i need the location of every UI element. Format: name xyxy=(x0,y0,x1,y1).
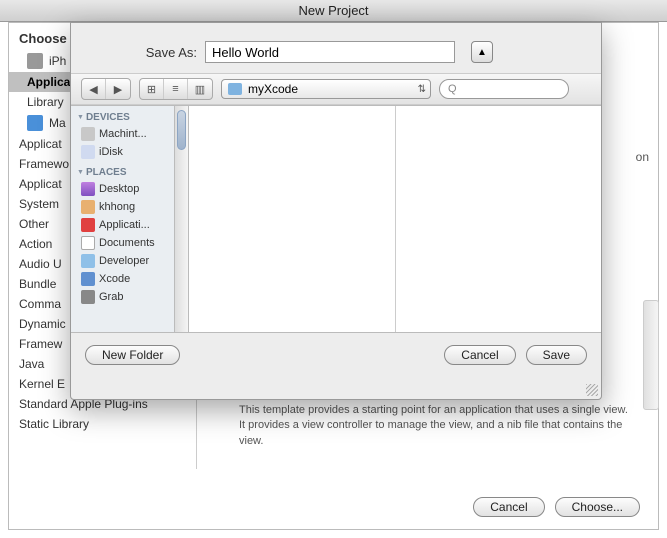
window-titlebar: New Project xyxy=(0,0,667,22)
device-idisk[interactable]: iDisk xyxy=(71,143,188,161)
template-description: This template provides a starting point … xyxy=(239,403,628,449)
folder-icon xyxy=(228,83,242,95)
grab-icon xyxy=(81,290,95,304)
finder-icon xyxy=(27,115,43,131)
back-button[interactable]: ◀ xyxy=(82,79,106,99)
documents-icon xyxy=(81,236,95,250)
file-browser: DEVICES Machint... iDisk PLACES Desktop … xyxy=(71,105,601,333)
disclosure-button[interactable]: ▲ xyxy=(471,41,493,63)
browser-toolbar: ◀ ▶ ⊞ ≡ ▥ myXcode Q xyxy=(71,73,601,105)
scrollbar-thumb[interactable] xyxy=(177,110,186,150)
column-view-button[interactable]: ▥ xyxy=(188,79,212,99)
applications-icon xyxy=(81,218,95,232)
path-popup[interactable]: myXcode xyxy=(221,79,431,99)
place-documents[interactable]: Documents xyxy=(71,234,188,252)
browser-sidebar: DEVICES Machint... iDisk PLACES Desktop … xyxy=(71,106,189,332)
list-view-button[interactable]: ≡ xyxy=(164,79,188,99)
column-view[interactable] xyxy=(189,106,601,332)
iphone-icon xyxy=(27,53,43,69)
devices-header[interactable]: DEVICES xyxy=(71,106,188,125)
nav-buttons: ◀ ▶ xyxy=(81,78,131,100)
save-as-label: Save As: xyxy=(87,45,197,60)
sidebar-scrollbar[interactable] xyxy=(174,106,188,332)
forward-button[interactable]: ▶ xyxy=(106,79,130,99)
truncated-text: on xyxy=(636,150,649,164)
desktop-icon xyxy=(81,182,95,196)
idisk-icon xyxy=(81,145,95,159)
new-folder-button[interactable]: New Folder xyxy=(85,345,180,365)
place-xcode[interactable]: Xcode xyxy=(71,270,188,288)
places-header[interactable]: PLACES xyxy=(71,161,188,180)
column-2[interactable] xyxy=(396,106,602,332)
bg-cancel-button[interactable]: Cancel xyxy=(473,497,544,517)
save-sheet: Save As: ▲ ◀ ▶ ⊞ ≡ ▥ myXcode Q DEVICES M… xyxy=(70,22,602,400)
place-developer[interactable]: Developer xyxy=(71,252,188,270)
drive-icon xyxy=(81,127,95,141)
save-button[interactable]: Save xyxy=(526,345,587,365)
resize-grip[interactable] xyxy=(586,384,598,396)
cancel-button[interactable]: Cancel xyxy=(444,345,515,365)
developer-icon xyxy=(81,254,95,268)
filename-field[interactable] xyxy=(205,41,455,63)
device-macintosh[interactable]: Machint... xyxy=(71,125,188,143)
content-scrollbar[interactable] xyxy=(643,300,659,410)
search-icon: Q xyxy=(448,83,457,95)
path-label: myXcode xyxy=(248,82,298,96)
xcode-icon xyxy=(81,272,95,286)
home-icon xyxy=(81,200,95,214)
place-grab[interactable]: Grab xyxy=(71,288,188,306)
column-1[interactable] xyxy=(189,106,396,332)
search-field[interactable]: Q xyxy=(439,79,569,99)
place-applications[interactable]: Applicati... xyxy=(71,216,188,234)
place-home[interactable]: khhong xyxy=(71,198,188,216)
view-mode-segment: ⊞ ≡ ▥ xyxy=(139,78,213,100)
place-desktop[interactable]: Desktop xyxy=(71,180,188,198)
bg-choose-button[interactable]: Choose... xyxy=(555,497,640,517)
cat-14[interactable]: Static Library xyxy=(9,414,196,434)
icon-view-button[interactable]: ⊞ xyxy=(140,79,164,99)
